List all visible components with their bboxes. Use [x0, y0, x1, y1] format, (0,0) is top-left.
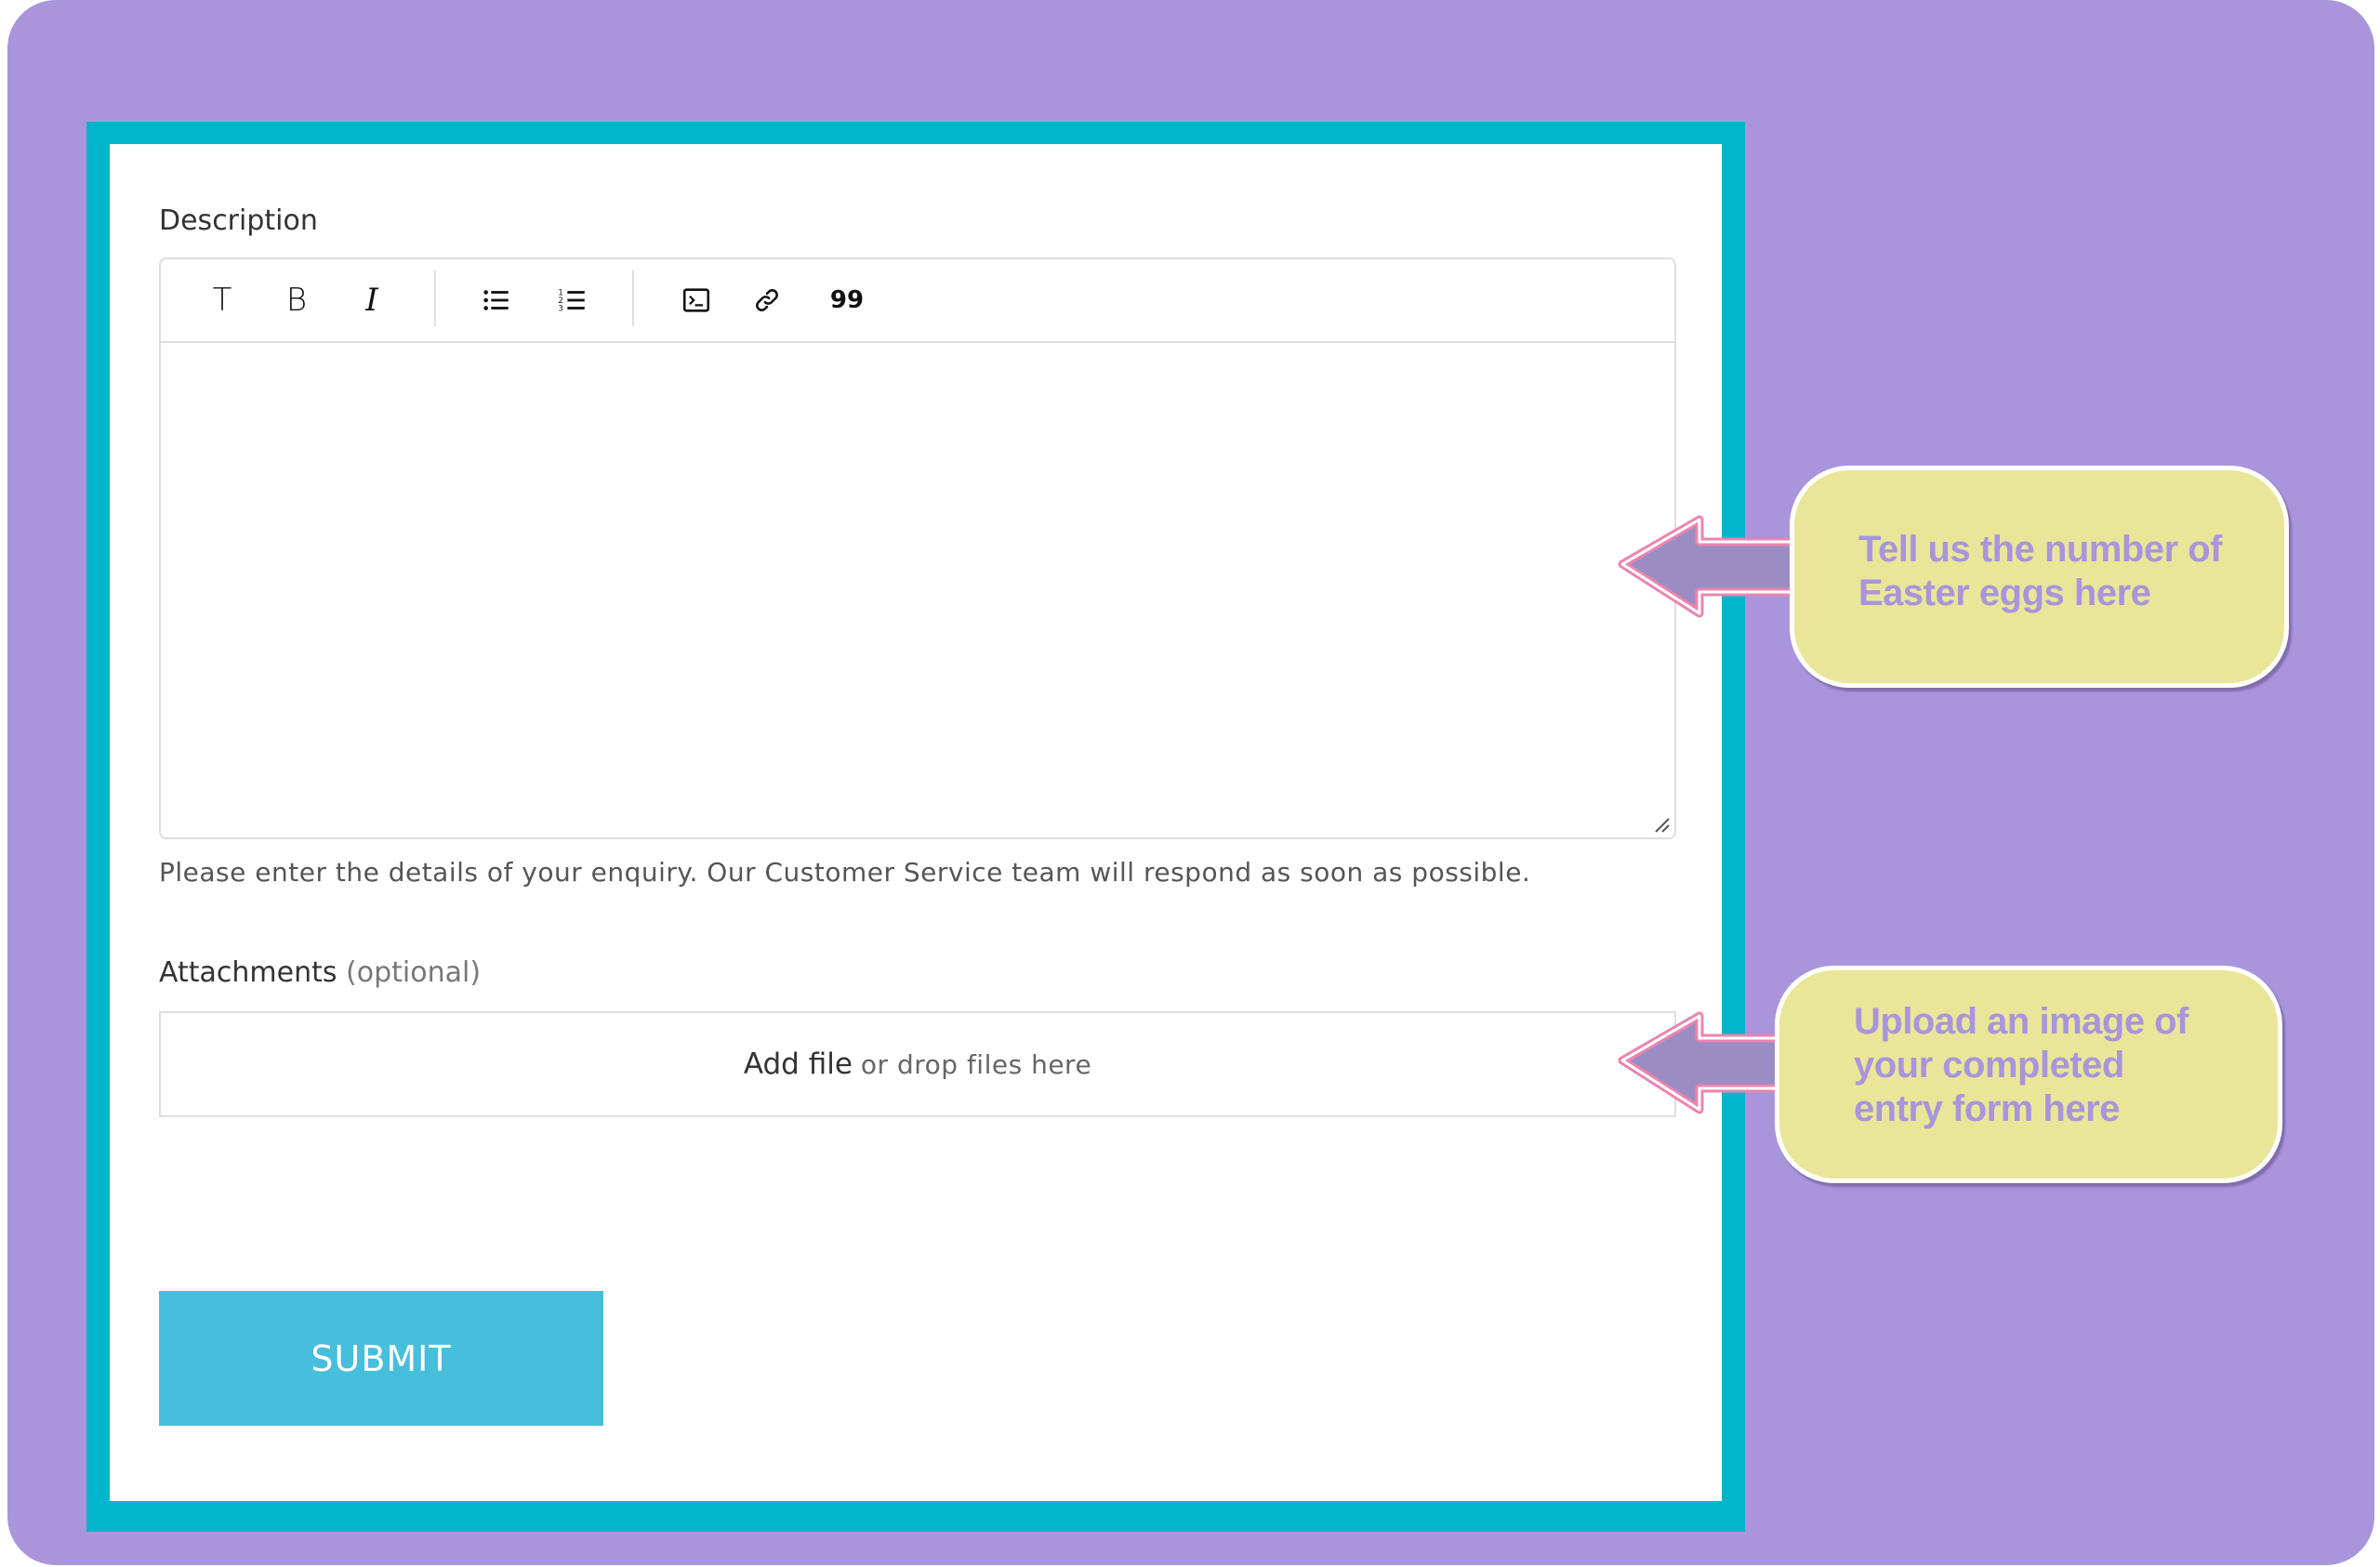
optional-label: (optional)	[346, 956, 482, 989]
callout-line: your completed	[1854, 1045, 2124, 1086]
text-t-icon: T	[212, 282, 232, 319]
bold-icon: B	[285, 282, 308, 319]
add-file-link[interactable]: Add file	[744, 1047, 853, 1081]
description-helper-text: Please enter the details of your enquiry…	[159, 857, 1531, 888]
attachments-label: Attachments (optional)	[159, 956, 481, 990]
toolbar-divider	[632, 270, 634, 326]
quote-button[interactable]: 99	[825, 278, 869, 323]
link-icon	[756, 289, 778, 311]
callout-line: Upload an image of	[1854, 1001, 2188, 1042]
svg-text:3: 3	[558, 304, 562, 313]
editor-toolbar: T B I 1 2 3 99	[161, 259, 1674, 343]
file-dropzone[interactable]: Add file or drop files here	[159, 1011, 1676, 1117]
bulleted-list-icon	[483, 290, 509, 310]
description-label: Description	[159, 204, 318, 237]
bulleted-list-button[interactable]	[474, 278, 519, 323]
code-block-button[interactable]	[674, 278, 719, 323]
drop-files-hint: or drop files here	[860, 1048, 1092, 1080]
link-button[interactable]	[745, 278, 789, 323]
text-style-button[interactable]: T	[200, 278, 245, 323]
description-textarea[interactable]	[161, 341, 1674, 837]
italic-icon: I	[365, 282, 378, 319]
resize-handle-icon[interactable]	[1652, 815, 1671, 834]
attachments-label-text: Attachments	[159, 956, 337, 989]
bold-button[interactable]: B	[274, 278, 319, 323]
arrow-left-icon	[1618, 515, 1811, 618]
italic-button[interactable]: I	[350, 278, 394, 323]
toolbar-divider	[434, 270, 436, 326]
numbered-list-icon: 1 2 3	[558, 288, 585, 313]
callout-easter-eggs-text: Tell us the number of Easter eggs here	[1858, 528, 2223, 615]
submit-button[interactable]: SUBMIT	[159, 1291, 603, 1426]
quote-icon: 99	[829, 286, 865, 314]
callout-line: Tell us the number of	[1858, 529, 2223, 570]
callout-line: entry form here	[1854, 1088, 2120, 1129]
terminal-icon	[682, 288, 710, 312]
numbered-list-button[interactable]: 1 2 3	[550, 278, 595, 323]
description-editor: T B I 1 2 3 99	[159, 257, 1676, 839]
callout-upload-image-text: Upload an image of your completed entry …	[1854, 1000, 2188, 1131]
callout-line: Easter eggs here	[1858, 573, 2151, 613]
